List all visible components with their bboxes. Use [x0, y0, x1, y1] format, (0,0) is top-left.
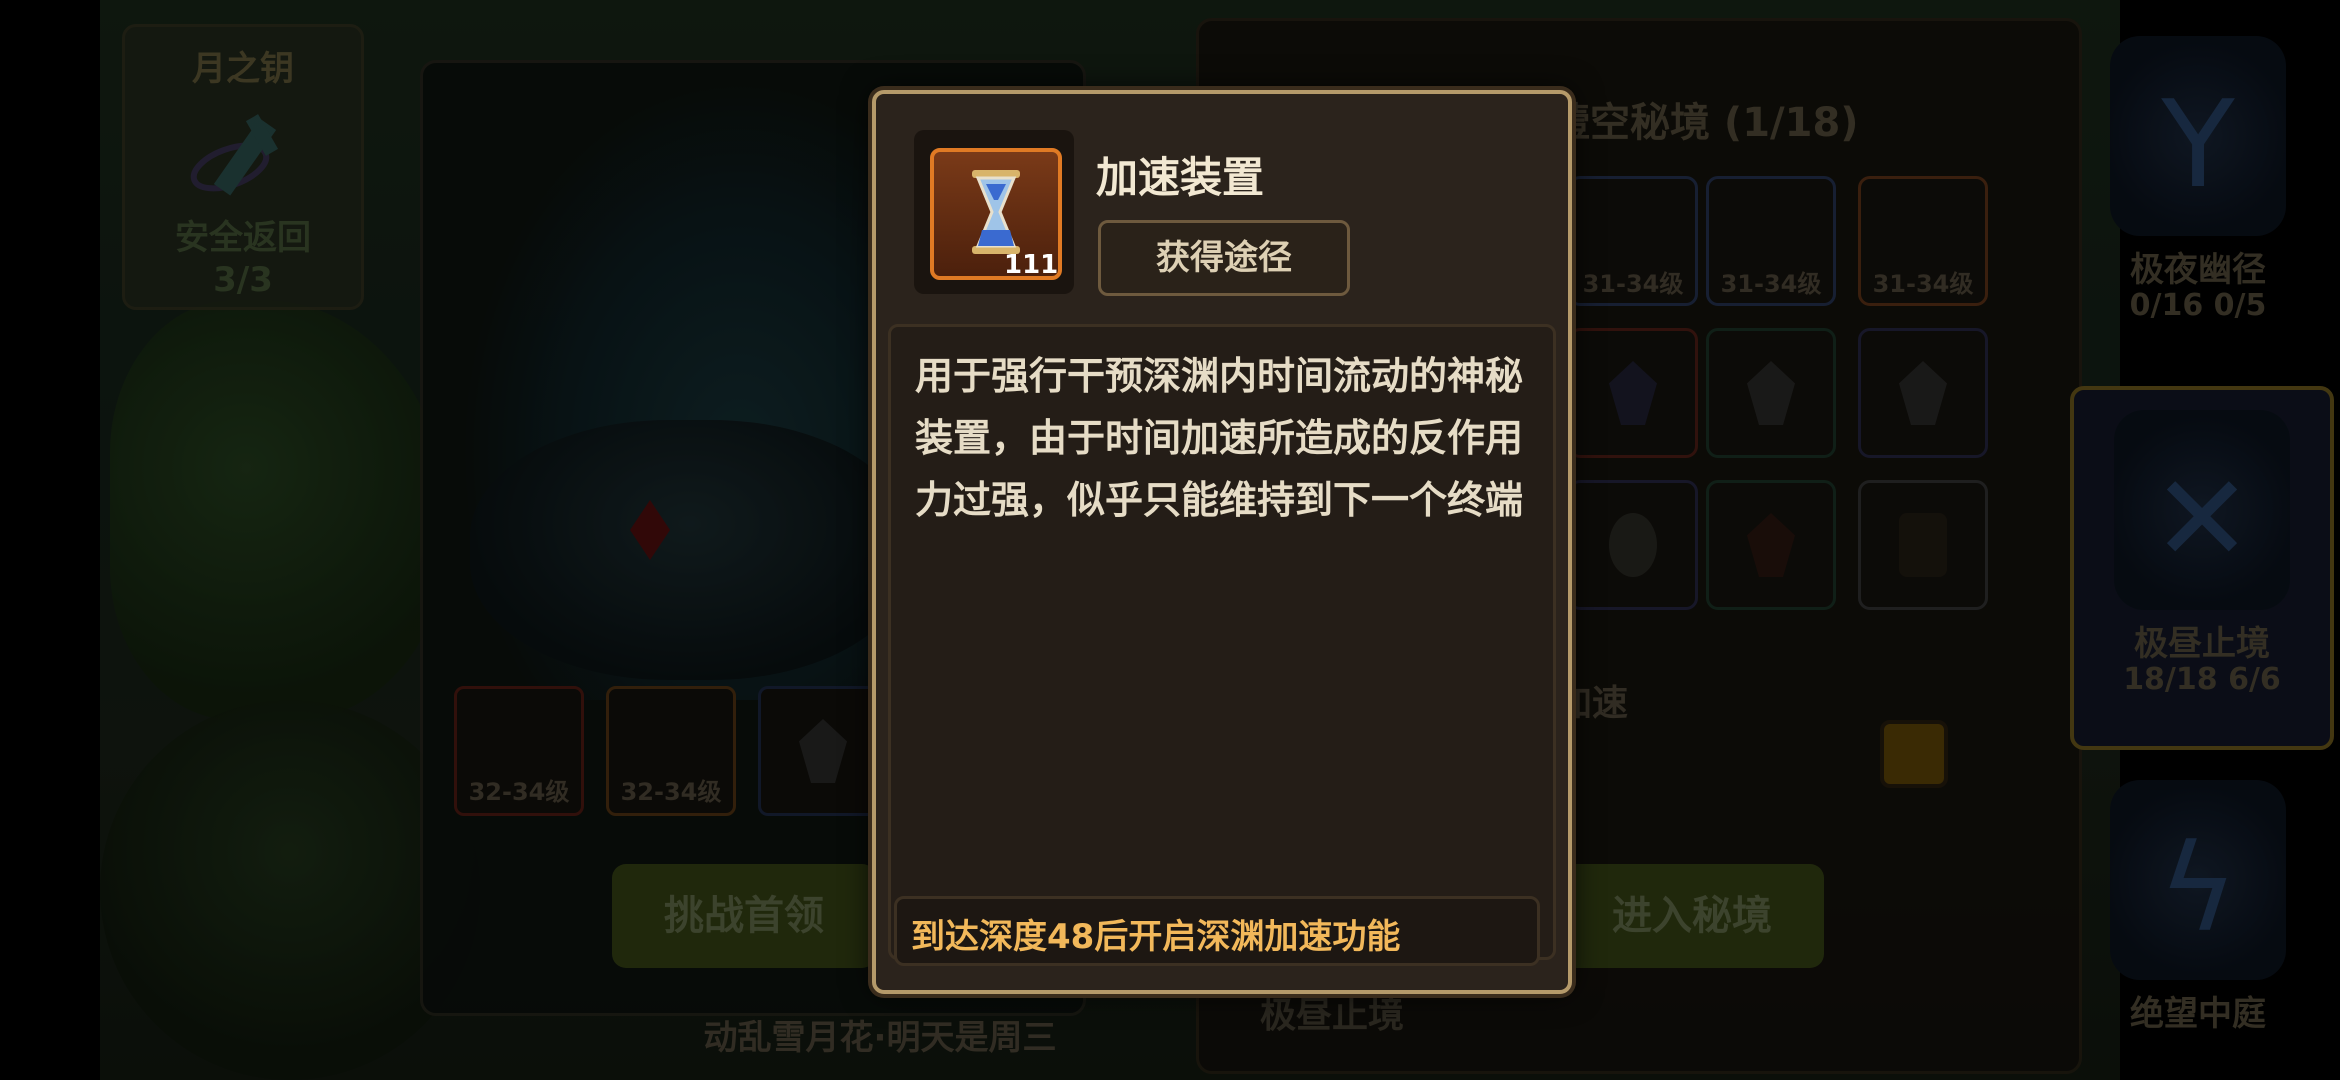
acquisition-button[interactable]: 获得途径 [1098, 220, 1350, 296]
unlock-requirement-box: 到达深度48后开启深渊加速功能 [894, 896, 1540, 966]
item-detail-popup: 111 加速装置 获得途径 用于强行干预深渊内时间流动的神秘装置，由于时间加速所… [872, 90, 1572, 994]
hourglass-icon [972, 170, 1020, 254]
item-icon-frame: 111 [914, 130, 1074, 294]
item-description: 用于强行干预深渊内时间流动的神秘装置，由于时间加速所造成的反作用力过强，似乎只能… [915, 354, 1524, 522]
item-description-box: 用于强行干预深渊内时间流动的神秘装置，由于时间加速所造成的反作用力过强，似乎只能… [888, 324, 1556, 960]
item-quantity: 111 [1004, 250, 1059, 280]
unlock-requirement: 到达深度48后开启深渊加速功能 [911, 917, 1401, 957]
item-icon: 111 [930, 148, 1062, 280]
item-name: 加速装置 [1096, 153, 1265, 202]
